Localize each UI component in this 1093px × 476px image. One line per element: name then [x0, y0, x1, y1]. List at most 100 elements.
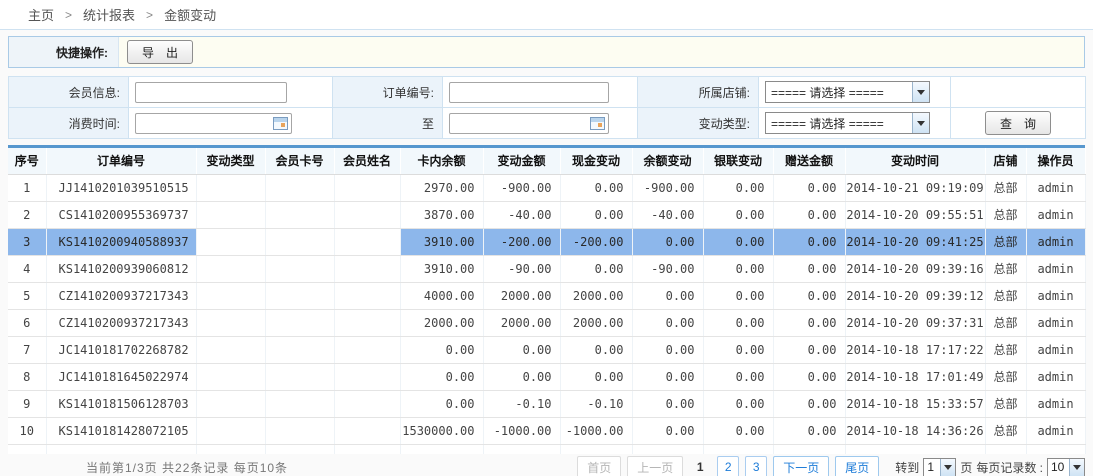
cell: 总部: [985, 174, 1026, 201]
cell: 0.00: [773, 417, 845, 444]
column-header-7: 变动金额: [483, 148, 560, 174]
cell: 2014-10-20 09:39:16: [845, 255, 985, 282]
cell: 0.00: [632, 228, 703, 255]
cell: 3870.00: [400, 201, 483, 228]
cell: 1: [8, 174, 46, 201]
store-label: 所属店铺:: [638, 77, 759, 108]
cell: -0.10: [560, 390, 632, 417]
cell: 2014-10-18 17:01:49: [845, 363, 985, 390]
cell: -200.00: [560, 228, 632, 255]
cell: JC1410181645022974: [46, 363, 196, 390]
cell: [265, 201, 334, 228]
page-size-select[interactable]: 10: [1047, 458, 1085, 476]
cell: 0.00: [632, 309, 703, 336]
breadcrumb-home[interactable]: 主页: [28, 5, 54, 24]
column-header-12: 变动时间: [845, 148, 985, 174]
table-row[interactable]: 10KS14101814280721051530000.00-1000.00-1…: [8, 417, 1085, 444]
member-info-input[interactable]: [135, 82, 287, 103]
cell: [265, 282, 334, 309]
data-table: 序号订单编号变动类型会员卡号会员姓名卡内余额变动金额现金变动余额变动银联变动赠送…: [8, 145, 1085, 454]
cell: 总部: [985, 417, 1026, 444]
end-date-input[interactable]: [449, 113, 609, 134]
cell: [334, 174, 400, 201]
cell: [334, 390, 400, 417]
column-header-8: 现金变动: [560, 148, 632, 174]
column-header-3: 变动类型: [196, 148, 265, 174]
cell: 4: [8, 255, 46, 282]
cell: -40.00: [483, 201, 560, 228]
query-button[interactable]: 查 询: [985, 111, 1051, 135]
cell: admin: [1026, 390, 1085, 417]
cell: [196, 363, 265, 390]
cell: 0.00: [560, 336, 632, 363]
cell: [334, 363, 400, 390]
breadcrumb-reports[interactable]: 统计报表: [83, 5, 135, 24]
table-row[interactable]: 7JC14101817022687820.000.000.000.000.000…: [8, 336, 1085, 363]
next-page-button[interactable]: 下一页: [773, 456, 829, 476]
cell: -900.00: [632, 174, 703, 201]
cell: [334, 417, 400, 444]
change-type-select[interactable]: ===== 请选择 =====: [765, 112, 930, 134]
cell: KS1410200939060812: [46, 255, 196, 282]
table-row[interactable]: 6CZ14102009372173432000.002000.002000.00…: [8, 309, 1085, 336]
column-header-4: 会员卡号: [265, 148, 334, 174]
cell: [334, 228, 400, 255]
start-date-input[interactable]: [135, 113, 292, 134]
calendar-icon[interactable]: [590, 117, 605, 130]
to-label: 至: [333, 108, 443, 139]
cell: 0.00: [483, 363, 560, 390]
cell: 2014-10-21 09:19:09: [845, 174, 985, 201]
cell: 2: [8, 201, 46, 228]
order-no-input[interactable]: [449, 82, 609, 103]
cell: KS1410181428072105: [46, 417, 196, 444]
cell: admin: [1026, 255, 1085, 282]
column-header-13: 店铺: [985, 148, 1026, 174]
page-number-2[interactable]: 2: [717, 456, 739, 476]
cell: 2000.00: [483, 309, 560, 336]
cell: 0.00: [703, 282, 773, 309]
table-row[interactable]: 5CZ14102009372173434000.002000.002000.00…: [8, 282, 1085, 309]
cell: CZ1410200937217343: [46, 309, 196, 336]
goto-page-select[interactable]: 1: [923, 458, 956, 476]
record-summary: 当前第1/3页 共22条记录 每页10条: [8, 459, 288, 476]
store-select[interactable]: ===== 请选择 =====: [765, 81, 930, 103]
cell: 0.00: [773, 363, 845, 390]
cell: admin: [1026, 201, 1085, 228]
cell: admin: [1026, 174, 1085, 201]
cell: 2014-10-18 14:36:26: [845, 417, 985, 444]
cell: admin: [1026, 363, 1085, 390]
export-button[interactable]: 导 出: [127, 40, 193, 64]
cell: -40.00: [632, 201, 703, 228]
cell: 0.00: [703, 228, 773, 255]
table-row[interactable]: 3KS14102009405889373910.00-200.00-200.00…: [8, 228, 1085, 255]
cell: admin: [1026, 336, 1085, 363]
prev-page-button[interactable]: 上一页: [627, 456, 683, 476]
cell: 2000.00: [560, 309, 632, 336]
cell: [334, 309, 400, 336]
cell: KS1410200940588937: [46, 228, 196, 255]
cell: 0.00: [773, 201, 845, 228]
calendar-icon[interactable]: [273, 117, 288, 130]
cell: KS1410181506128703: [46, 390, 196, 417]
cell: 总部: [985, 363, 1026, 390]
cell: 0.00: [773, 336, 845, 363]
cell: 2970.00: [400, 174, 483, 201]
page-number-3[interactable]: 3: [745, 456, 767, 476]
search-form: 会员信息: 订单编号: 所属店铺: ===== 请选择 ===== 消费时间: …: [8, 76, 1086, 139]
cell: [265, 309, 334, 336]
first-page-button[interactable]: 首页: [577, 456, 621, 476]
table-row[interactable]: 1JJ14102010395105152970.00-900.000.00-90…: [8, 174, 1085, 201]
page-number-1: 1: [689, 456, 711, 476]
last-page-button[interactable]: 尾页: [835, 456, 879, 476]
table-row[interactable]: 8JC14101816450229740.000.000.000.000.000…: [8, 363, 1085, 390]
cell: [265, 363, 334, 390]
page-size-value: 10: [1048, 460, 1069, 474]
pagination: 首页 上一页 1 2 3 下一页 尾页 转到 1 页 每页记录数 : 10: [577, 456, 1085, 476]
column-header-6: 卡内余额: [400, 148, 483, 174]
table-row[interactable]: 2CS14102009553697373870.00-40.000.00-40.…: [8, 201, 1085, 228]
cell: 0.00: [773, 174, 845, 201]
member-info-label: 会员信息:: [9, 77, 129, 108]
table-row[interactable]: 9KS14101815061287030.00-0.10-0.100.000.0…: [8, 390, 1085, 417]
table-row[interactable]: 4KS14102009390608123910.00-90.000.00-90.…: [8, 255, 1085, 282]
cell: JC1410181702268782: [46, 336, 196, 363]
